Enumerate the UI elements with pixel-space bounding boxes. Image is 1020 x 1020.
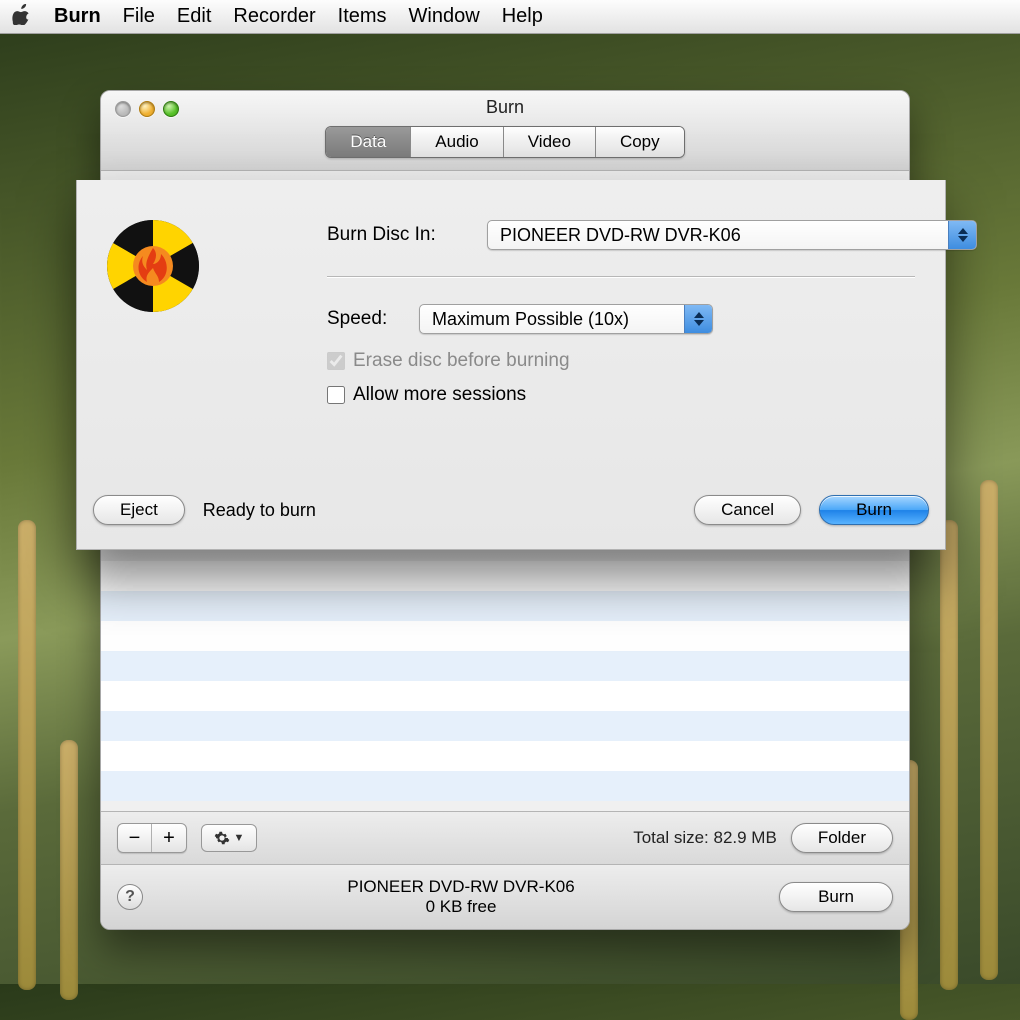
list-row [101, 591, 909, 621]
erase-checkbox: Erase disc before burning [327, 350, 570, 372]
app-menu[interactable]: Burn [54, 5, 101, 28]
status-bar: ? PIONEER DVD-RW DVR-K06 0 KB free Burn [101, 865, 909, 929]
select-arrows-icon [684, 305, 712, 333]
drive-select[interactable]: PIONEER DVD-RW DVR-K06 [487, 220, 977, 250]
divider [327, 276, 915, 277]
bottom-toolbar: − + ▼ Total size: 82.9 MB Folder [101, 811, 909, 865]
sessions-checkbox-label: Allow more sessions [353, 384, 526, 406]
menu-items[interactable]: Items [338, 5, 387, 28]
list-row [101, 741, 909, 771]
speed-select-value: Maximum Possible (10x) [432, 309, 629, 330]
drive-name: PIONEER DVD-RW DVR-K06 [143, 877, 779, 897]
list-row [101, 651, 909, 681]
list-row [101, 681, 909, 711]
erase-checkbox-label: Erase disc before burning [353, 350, 570, 372]
menu-edit[interactable]: Edit [177, 5, 211, 28]
tab-copy[interactable]: Copy [596, 127, 684, 157]
close-button[interactable] [115, 101, 131, 117]
list-row [101, 771, 909, 801]
speed-label: Speed: [327, 308, 387, 330]
burn-sheet: Burn Disc In: PIONEER DVD-RW DVR-K06 Spe… [76, 180, 946, 550]
drive-select-value: PIONEER DVD-RW DVR-K06 [500, 225, 741, 246]
bg-decoration [18, 520, 36, 990]
window-title: Burn [486, 97, 524, 118]
mode-tabs: Data Audio Video Copy [325, 126, 684, 158]
apple-icon [12, 3, 32, 25]
cancel-button[interactable]: Cancel [694, 495, 801, 525]
menu-recorder[interactable]: Recorder [233, 5, 315, 28]
gear-icon [214, 830, 230, 846]
tab-audio[interactable]: Audio [411, 127, 503, 157]
bg-decoration [940, 520, 958, 990]
speed-select[interactable]: Maximum Possible (10x) [419, 304, 713, 334]
bg-decoration [60, 740, 78, 1000]
menu-help[interactable]: Help [502, 5, 543, 28]
tab-data[interactable]: Data [326, 127, 411, 157]
eject-button[interactable]: Eject [93, 495, 185, 525]
list-row [101, 561, 909, 591]
drive-free: 0 KB free [143, 897, 779, 917]
folder-button[interactable]: Folder [791, 823, 893, 853]
menu-file[interactable]: File [123, 5, 155, 28]
chevron-down-icon: ▼ [234, 832, 245, 844]
file-list [101, 561, 909, 801]
remove-button[interactable]: − [118, 824, 152, 852]
apple-menu[interactable] [12, 3, 32, 31]
drive-status: PIONEER DVD-RW DVR-K06 0 KB free [143, 877, 779, 917]
menubar: Burn File Edit Recorder Items Window Hel… [0, 0, 1020, 34]
total-size-text: Total size: 82.9 MB [633, 828, 777, 848]
sheet-buttons: Eject Ready to burn Cancel Burn [93, 495, 929, 525]
bg-decoration [980, 480, 998, 980]
titlebar: Burn Data Audio Video Copy [101, 91, 909, 171]
minimize-button[interactable] [139, 101, 155, 117]
options-menu-button[interactable]: ▼ [201, 824, 257, 852]
burn-button-sheet[interactable]: Burn [819, 495, 929, 525]
add-remove-stepper: − + [117, 823, 187, 853]
traffic-lights [115, 101, 179, 117]
list-row [101, 621, 909, 651]
tab-video[interactable]: Video [504, 127, 596, 157]
sessions-checkbox[interactable]: Allow more sessions [327, 384, 526, 406]
sessions-checkbox-input[interactable] [327, 386, 345, 404]
ready-status: Ready to burn [203, 500, 316, 521]
erase-checkbox-input [327, 352, 345, 370]
burn-button-main[interactable]: Burn [779, 882, 893, 912]
menu-window[interactable]: Window [409, 5, 480, 28]
zoom-button[interactable] [163, 101, 179, 117]
help-button[interactable]: ? [117, 884, 143, 910]
list-row [101, 711, 909, 741]
burn-icon [103, 216, 203, 316]
add-button[interactable]: + [152, 824, 186, 852]
burn-disc-label: Burn Disc In: [327, 224, 436, 246]
select-arrows-icon [948, 221, 976, 249]
